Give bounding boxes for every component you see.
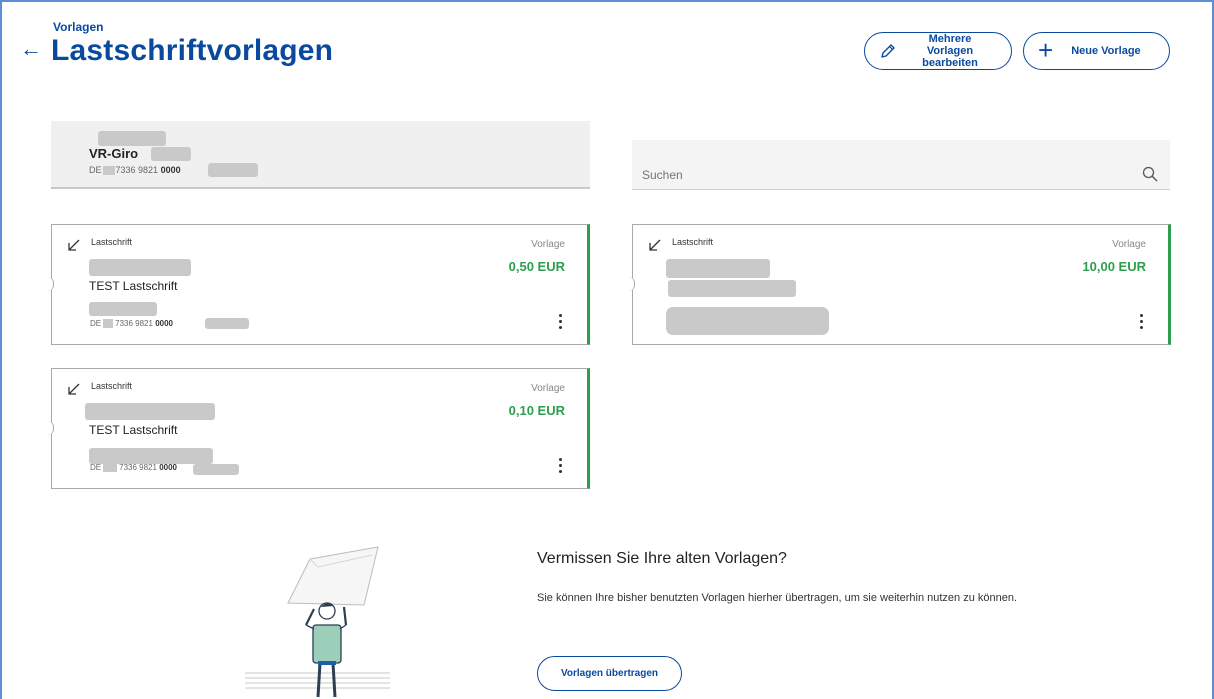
promo-title: Vermissen Sie Ihre alten Vorlagen?: [537, 550, 787, 567]
card-status: Vorlage: [1112, 239, 1146, 250]
transfer-templates-button[interactable]: Vorlagen übertragen: [537, 656, 682, 691]
template-card[interactable]: Lastschrift Vorlage 10,00 EUR: [629, 224, 1171, 345]
back-arrow-icon[interactable]: ←: [20, 38, 42, 60]
edit-multiple-label: Mehrere Vorlagen bearbeiten: [905, 33, 995, 69]
account-iban: DE 7336 9821 0000: [89, 165, 181, 176]
card-amount: 10,00 EUR: [1082, 259, 1146, 274]
pencil-icon: [881, 44, 895, 58]
card-type-label: Lastschrift: [91, 381, 133, 391]
new-template-label: Neue Vorlage: [1071, 45, 1141, 57]
page-title: Lastschriftvorlagen: [51, 34, 334, 67]
redacted-iban-tail: [205, 318, 249, 329]
redacted-iban-tail: [193, 464, 239, 475]
redacted-bank: [89, 448, 213, 464]
search-icon[interactable]: [1142, 166, 1158, 182]
debit-arrow-icon: [68, 383, 80, 395]
more-options-icon[interactable]: [555, 455, 565, 475]
more-options-icon[interactable]: [555, 311, 565, 331]
redacted-account-owner: [98, 131, 166, 146]
search-input[interactable]: [642, 168, 1102, 182]
card-amount: 0,50 EUR: [508, 259, 565, 274]
card-type-label: Lastschrift: [672, 237, 714, 247]
redacted-reference: [668, 280, 796, 297]
redacted-iban: [666, 307, 829, 335]
card-status: Vorlage: [531, 383, 565, 394]
card-reference: TEST Lastschrift: [89, 423, 178, 437]
breadcrumb[interactable]: Vorlagen: [53, 20, 103, 34]
card-iban: DE 7336 9821 0000: [90, 319, 173, 329]
redacted-recipient: [666, 259, 770, 278]
card-notch: [629, 277, 635, 291]
edit-multiple-label-line1: Mehrere Vorlagen: [926, 33, 974, 57]
search-field[interactable]: [632, 140, 1170, 190]
redacted-recipient: [89, 259, 191, 276]
edit-multiple-templates-button[interactable]: Mehrere Vorlagen bearbeiten: [864, 32, 1012, 70]
account-selector[interactable]: VR-Giro DE 7336 9821 0000: [51, 121, 590, 189]
person-holding-paper-illustration: [245, 546, 390, 698]
template-card[interactable]: Lastschrift Vorlage 0,50 EUR TEST Lastsc…: [48, 224, 590, 345]
edit-multiple-label-line2: bearbeiten: [922, 57, 978, 69]
new-template-button[interactable]: + Neue Vorlage: [1023, 32, 1170, 70]
redacted-bank: [89, 302, 157, 316]
redacted-recipient: [85, 403, 215, 420]
account-name: VR-Giro: [89, 146, 139, 161]
redacted-account-number: [151, 147, 191, 161]
card-notch: [48, 277, 54, 291]
card-amount: 0,10 EUR: [508, 403, 565, 418]
card-reference: TEST Lastschrift: [89, 279, 178, 293]
debit-arrow-icon: [649, 239, 661, 251]
template-card[interactable]: Lastschrift Vorlage 0,10 EUR TEST Lastsc…: [48, 368, 590, 489]
promo-text: Sie können Ihre bisher benutzten Vorlage…: [537, 592, 1018, 604]
plus-icon: +: [1038, 34, 1054, 65]
more-options-icon[interactable]: [1136, 311, 1146, 331]
card-iban: DE 7336 9821 0000: [90, 463, 177, 473]
debit-arrow-icon: [68, 239, 80, 251]
card-status: Vorlage: [531, 239, 565, 250]
card-notch: [48, 421, 54, 435]
redacted-iban-tail: [208, 163, 258, 177]
card-type-label: Lastschrift: [91, 237, 133, 247]
